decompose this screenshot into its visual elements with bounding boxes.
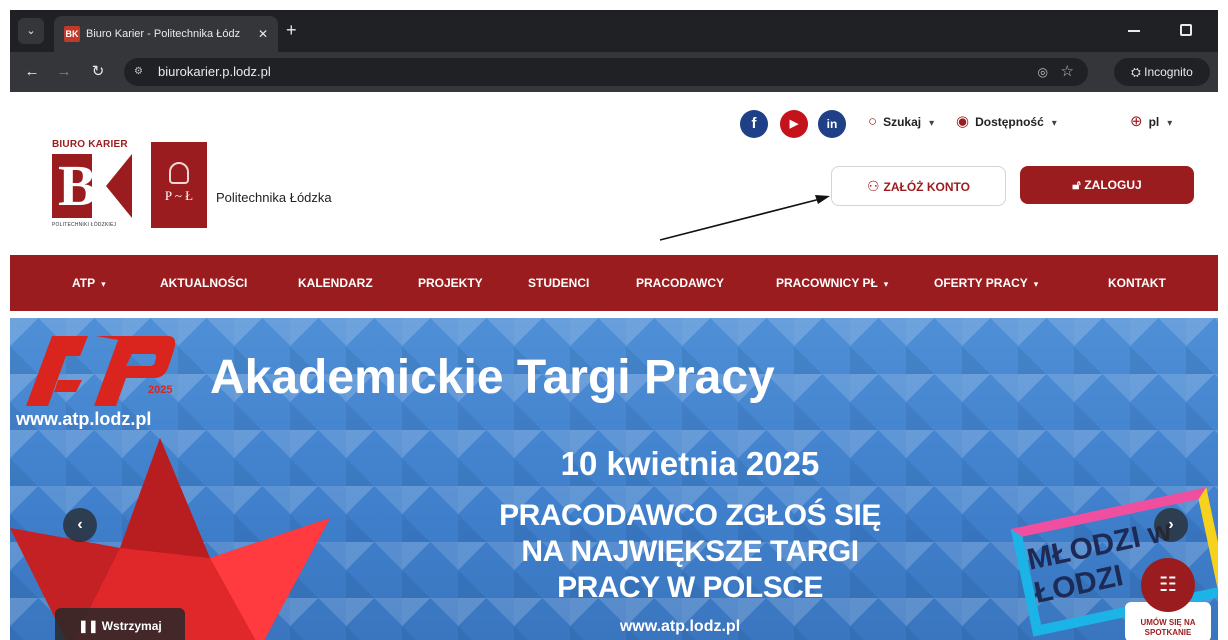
pause-icon: ❚❚ xyxy=(78,619,102,633)
atp-year: 2025 xyxy=(148,384,173,396)
slider-prev-button[interactable]: ‹ xyxy=(63,508,97,542)
hero-line-3: PRACY W POLSCE xyxy=(557,571,823,604)
nav-item-projekty[interactable]: PROJEKTY xyxy=(418,275,483,291)
slider-next-button[interactable]: › xyxy=(1154,508,1188,542)
nav-item-aktualnosci[interactable]: AKTUALNOŚCI xyxy=(160,275,247,291)
chevron-down-icon: ▾ xyxy=(883,279,889,289)
hero-title: Akademickie Targi Pracy xyxy=(210,351,775,404)
hero-line-2: NA NAJWIĘKSZE TARGI xyxy=(521,535,859,568)
hero-slider[interactable]: 2025 www.atp.lodz.pl Akademickie Targi P… xyxy=(10,318,1218,640)
chevron-down-icon: ▾ xyxy=(101,279,106,289)
nav-item-kontakt[interactable]: KONTAKT xyxy=(1108,275,1166,291)
main-navigation: ATP ▾ AKTUALNOŚCI KALENDARZ PROJEKTY STUD… xyxy=(10,255,1218,311)
meeting-widget[interactable]: UMÓW SIĘ NA SPOTKANIE ☷ xyxy=(1125,558,1211,640)
nav-item-oferty-pracy[interactable]: OFERTY PRACY ▾ xyxy=(934,275,1038,291)
nav-item-pracodawcy[interactable]: PRACODAWCY xyxy=(636,275,724,291)
hero-url: www.atp.lodz.pl xyxy=(619,618,741,635)
chevron-down-icon: ▾ xyxy=(1033,279,1039,289)
pause-button[interactable]: ❚❚ Wstrzymaj xyxy=(55,608,185,640)
pause-label: Wstrzymaj xyxy=(101,619,162,633)
atp-logo xyxy=(26,336,176,406)
hero-date: 10 kwietnia 2025 xyxy=(560,445,820,482)
hero-line-1: PRACODAWCO ZGŁOŚ SIĘ xyxy=(499,499,881,532)
nav-item-atp[interactable]: ATP ▾ xyxy=(72,275,106,291)
nav-item-pracownicy[interactable]: PRACOWNICY PŁ ▾ xyxy=(776,275,888,291)
nav-item-studenci[interactable]: STUDENCI xyxy=(528,275,589,291)
chat-icon[interactable]: ☷ xyxy=(1141,558,1195,612)
nav-item-kalendarz[interactable]: KALENDARZ xyxy=(298,275,373,291)
paper-boat-illustration xyxy=(10,438,330,640)
page: ⌄ BK Biuro Karier - Politechnika Łódz ✕ … xyxy=(0,0,1228,640)
meeting-label: UMÓW SIĘ NA SPOTKANIE xyxy=(1140,618,1196,637)
